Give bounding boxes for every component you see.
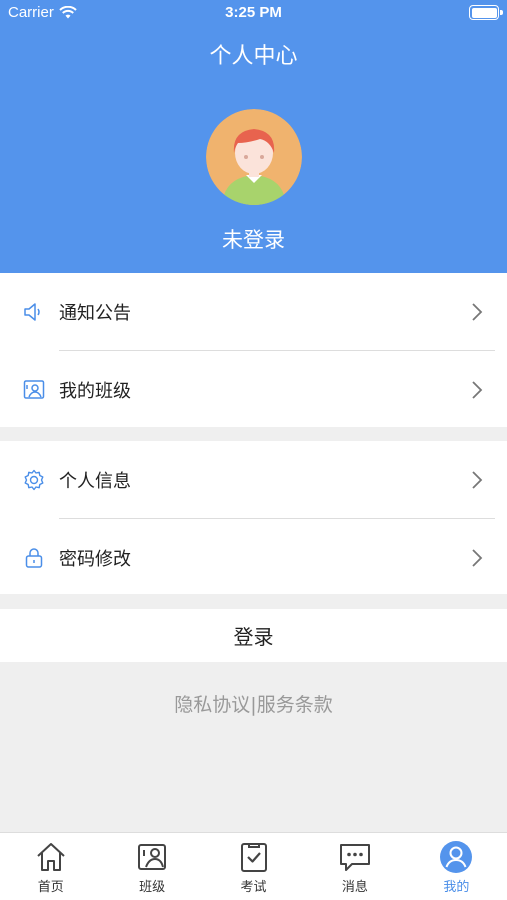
tab-label: 我的 — [443, 880, 470, 895]
tab-me[interactable]: 我的 — [406, 833, 507, 900]
tab-label: 消息 — [341, 880, 368, 895]
menu-item-notices[interactable]: 通知公告 — [0, 273, 507, 350]
exam-icon — [240, 843, 267, 872]
menu-group-1: 通知公告 我的班级 — [0, 273, 507, 427]
chevron-right-icon — [472, 471, 483, 489]
tab-home[interactable]: 首页 — [0, 833, 101, 900]
menu-item-label: 我的班级 — [59, 380, 131, 402]
battery-icon — [469, 5, 503, 20]
tab-label: 班级 — [139, 880, 166, 895]
chevron-right-icon — [472, 549, 483, 567]
profile-header: Carrier 3:25 PM 个人中心 未登录 — [0, 0, 507, 273]
chevron-right-icon — [472, 381, 483, 399]
page-title: 个人中心 — [209, 44, 298, 69]
lock-icon — [25, 548, 43, 568]
class-board-icon — [138, 844, 167, 870]
tab-messages[interactable]: 消息 — [304, 833, 405, 900]
menu-item-my-class[interactable]: 我的班级 — [0, 351, 507, 428]
chevron-right-icon — [472, 303, 483, 321]
menu-item-label: 密码修改 — [59, 548, 131, 570]
status-bar: Carrier 3:25 PM — [0, 0, 507, 26]
login-button[interactable]: 登录 — [0, 609, 507, 662]
speaker-icon — [24, 303, 40, 321]
menu-item-label: 个人信息 — [59, 470, 131, 492]
tab-label: 首页 — [37, 880, 64, 895]
tab-exam[interactable]: 考试 — [203, 833, 304, 900]
profile-icon — [440, 841, 473, 873]
menu-group-2: 个人信息 密码修改 — [0, 441, 507, 594]
gear-icon — [24, 469, 44, 491]
privacy-terms-link[interactable]: 隐私协议|服务条款 — [0, 690, 507, 717]
menu-item-change-password[interactable]: 密码修改 — [0, 519, 507, 596]
menu-item-label: 通知公告 — [59, 302, 131, 324]
status-time: 3:25 PM — [225, 4, 282, 21]
tab-class[interactable]: 班级 — [101, 833, 202, 900]
tab-bar: 首页 班级 考试 消息 我的 — [0, 832, 507, 900]
home-icon — [37, 843, 65, 871]
user-avatar-icon — [206, 109, 302, 205]
tab-label: 考试 — [240, 880, 267, 895]
message-icon — [339, 844, 370, 871]
menu-item-personal-info[interactable]: 个人信息 — [0, 441, 507, 518]
avatar[interactable] — [206, 109, 302, 205]
class-icon — [23, 380, 45, 399]
login-status-label: 未登录 — [222, 228, 285, 252]
